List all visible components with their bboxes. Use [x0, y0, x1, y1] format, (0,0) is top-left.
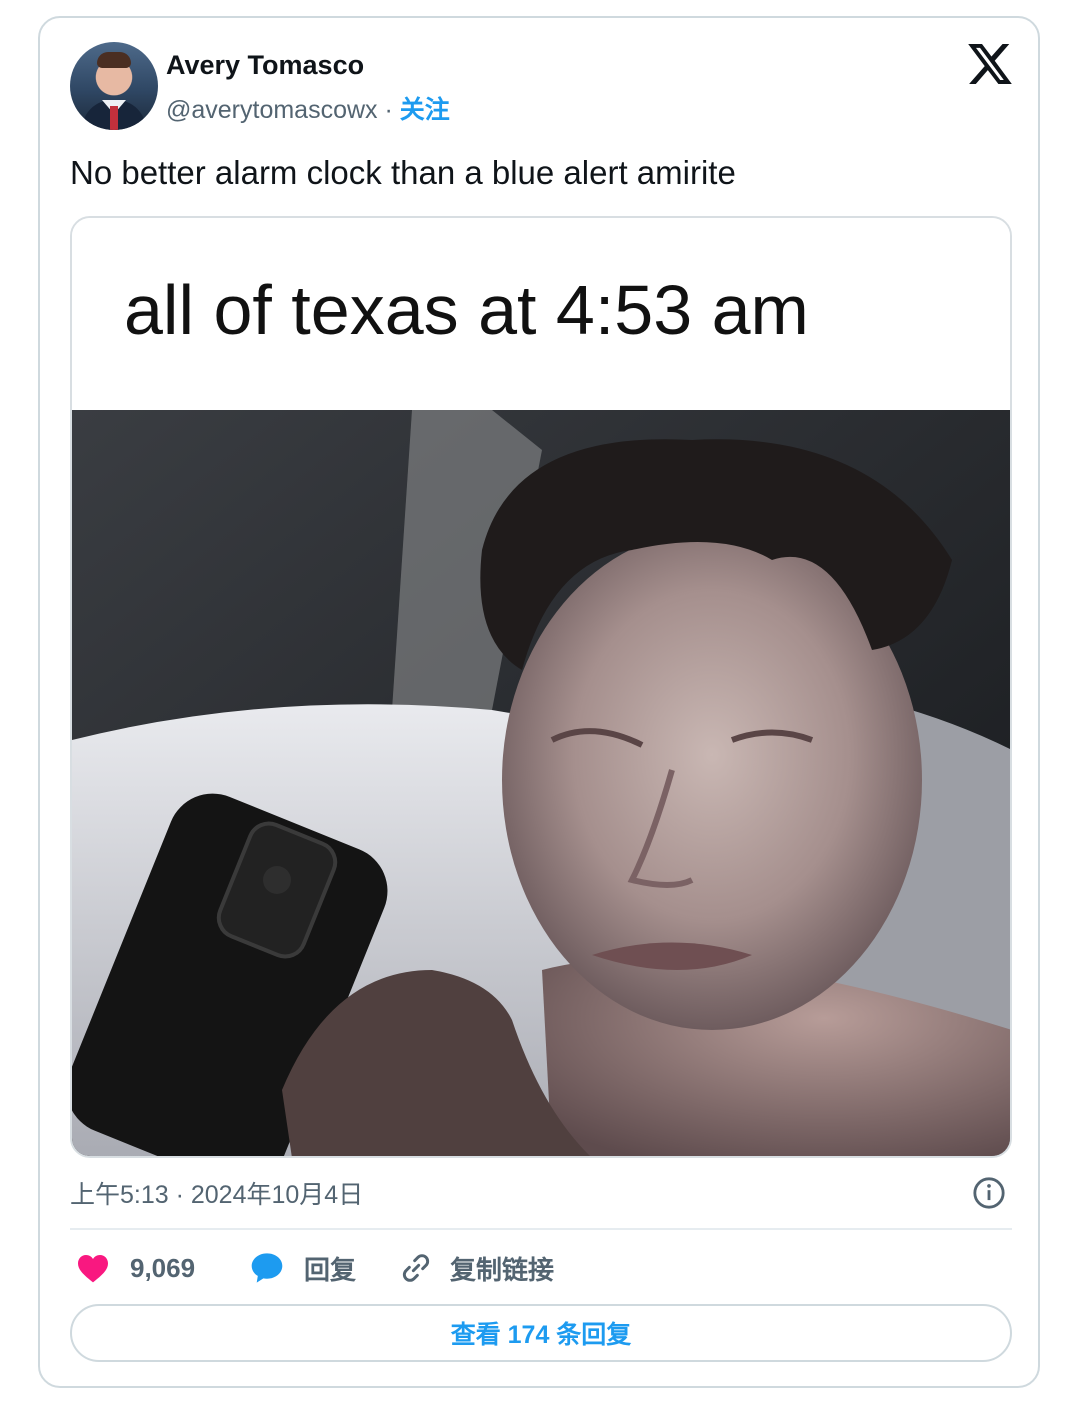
divider [70, 1228, 1012, 1230]
reply-button[interactable]: 回复 [250, 1246, 356, 1290]
like-button[interactable]: 9,069 [76, 1246, 195, 1290]
follow-button[interactable]: 关注 [400, 96, 450, 124]
author-name[interactable]: Avery Tomasco [166, 50, 364, 81]
action-bar: 9,069 回复 复制链接 [70, 1246, 1012, 1290]
copy-link-label: 复制链接 [450, 1254, 555, 1285]
tweet-timestamp[interactable]: 上午5:13 · 2024年10月4日 [70, 1175, 363, 1211]
meme-photo [72, 410, 1010, 1156]
view-replies-button[interactable]: 查看 174 条回复 [70, 1304, 1012, 1362]
handle-separator: · [384, 96, 393, 124]
tweet-text: No better alarm clock than a blue alert … [70, 154, 736, 191]
x-logo-icon[interactable] [968, 44, 1012, 84]
author-handle-row: @averytomascowx · 关注 [166, 90, 450, 126]
author-handle[interactable]: @averytomascowx [166, 96, 378, 124]
like-count: 9,069 [130, 1252, 196, 1283]
copy-link-button[interactable]: 复制链接 [400, 1246, 554, 1290]
author-avatar[interactable] [70, 42, 158, 130]
tweet-media[interactable]: all of texas at 4:53 am [70, 216, 1012, 1158]
tweet-card: Avery Tomasco @averytomascowx · 关注 No be… [38, 16, 1040, 1388]
heart-icon [78, 1255, 108, 1283]
reply-label: 回复 [304, 1254, 357, 1285]
link-icon [402, 1254, 430, 1282]
meme-caption: all of texas at 4:53 am [72, 218, 1010, 410]
speech-bubble-icon [251, 1253, 283, 1283]
info-icon[interactable] [972, 1176, 1006, 1210]
